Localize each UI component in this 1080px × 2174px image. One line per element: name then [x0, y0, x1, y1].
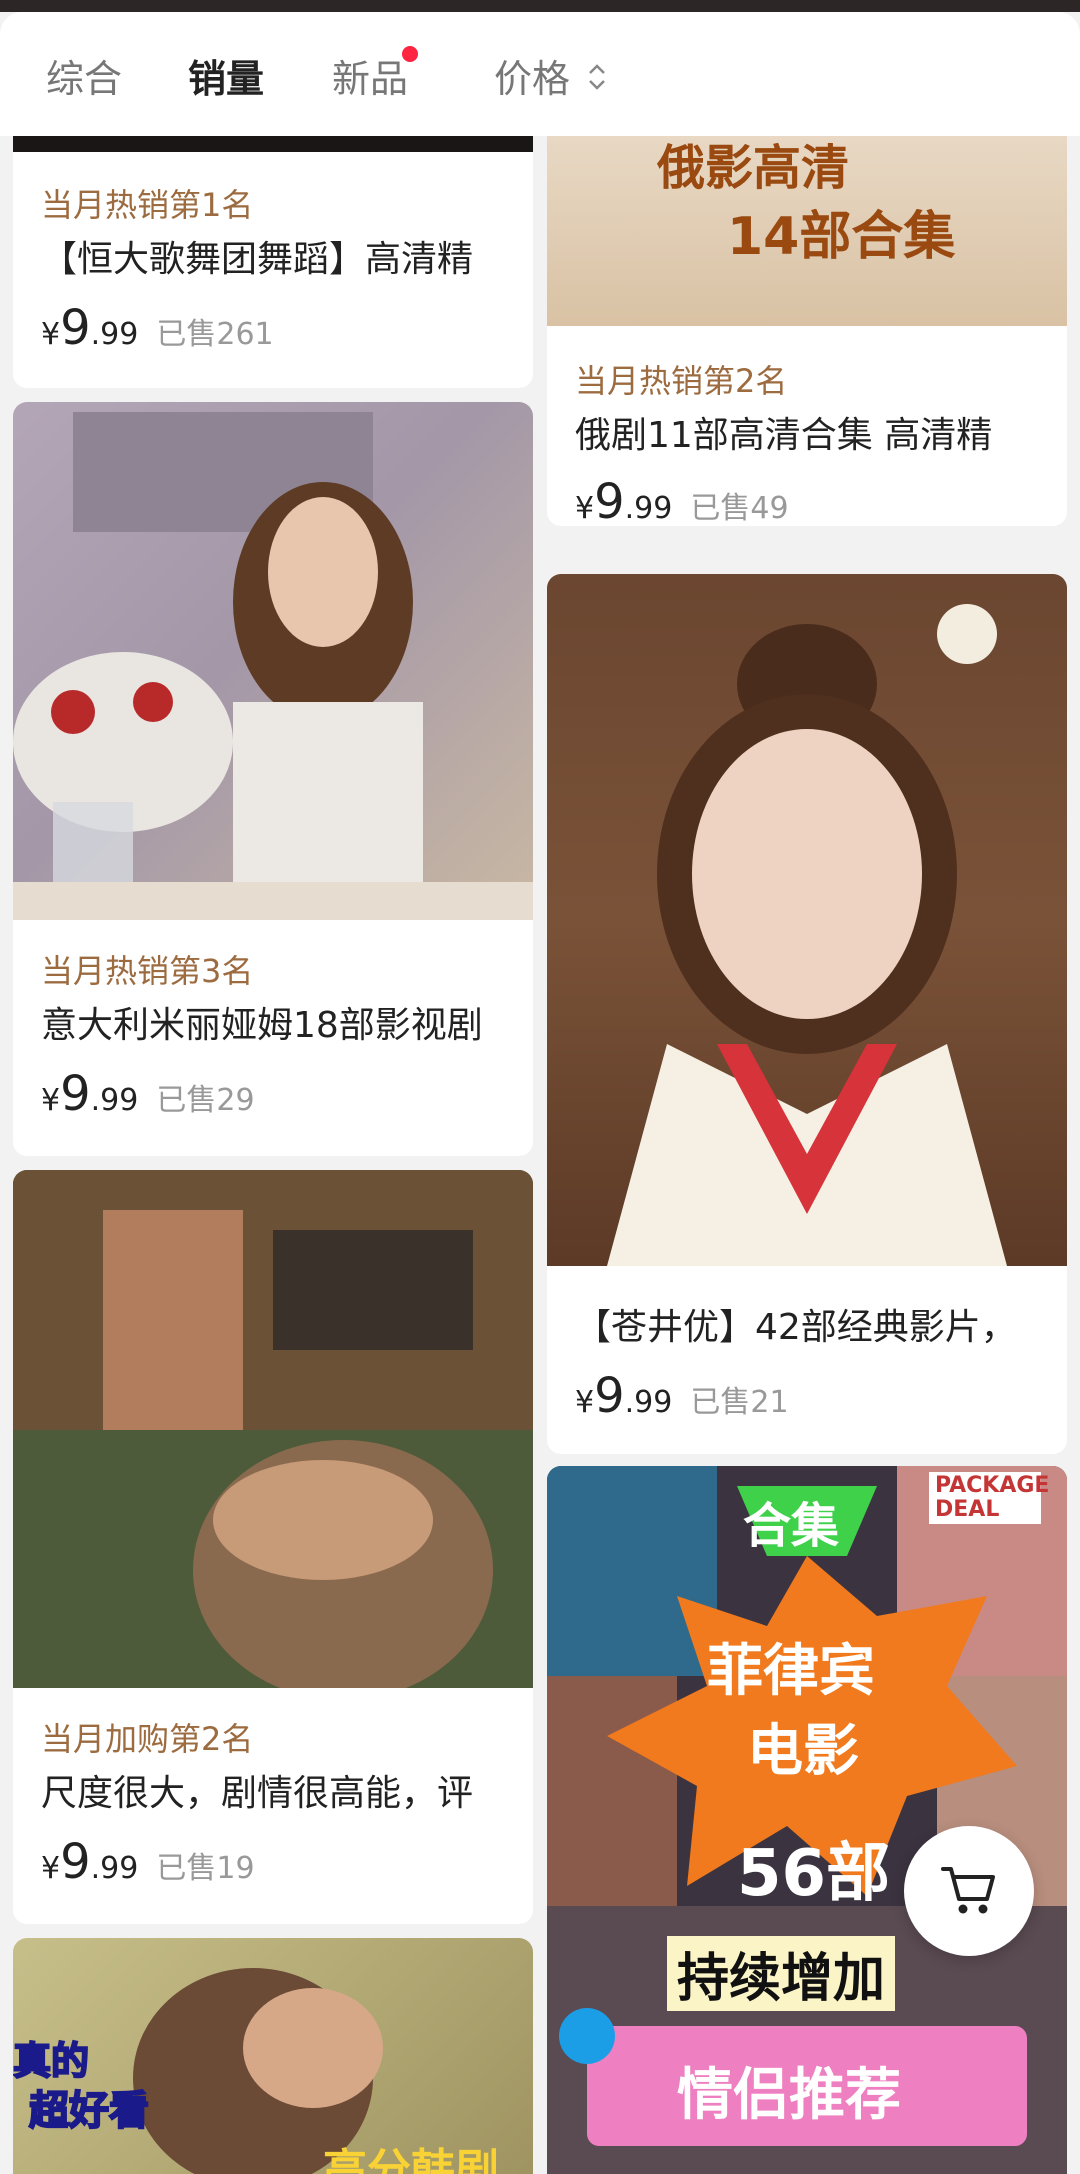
product-card[interactable]: 真的 超好看 高分韩剧	[13, 1938, 533, 2174]
tab-price[interactable]: 价格	[494, 48, 608, 104]
product-card[interactable]: 合集 菲律宾 电影 56部 持续增加 情侣推荐 PACKAGE DEAL	[547, 1466, 1067, 2174]
sold-count: 已售49	[690, 491, 789, 526]
price-decimal: .99	[90, 1851, 139, 1886]
price-decimal: .99	[624, 1385, 673, 1420]
price-integer: 9	[594, 474, 625, 526]
image-caption: 俄影高清	[657, 140, 850, 196]
product-title: 【苍井优】42部经典影片，	[575, 1307, 1017, 1348]
photo-placeholder	[607, 604, 1007, 1266]
price-decimal: .99	[624, 491, 673, 526]
image-caption: 持续增加	[667, 1936, 896, 2011]
sold-count: 已售21	[690, 1385, 789, 1420]
rank-badge: 当月热销第3名	[41, 952, 254, 990]
currency-symbol: ¥	[41, 1083, 61, 1118]
sort-updown-icon	[586, 59, 608, 104]
product-image: 真的 超好看 高分韩剧	[13, 1938, 533, 2174]
product-card[interactable]: 当月加购第2名 尺度很大，剧情很高能，评 ¥9.99 已售19	[13, 1170, 533, 1924]
price-integer: 9	[60, 300, 91, 356]
product-card[interactable]: 【苍井优】42部经典影片， ¥9.99 已售21	[547, 574, 1067, 1454]
new-indicator-dot	[402, 46, 419, 62]
product-title: 俄剧11部高清合集 高清精	[575, 415, 993, 456]
status-bar-edge	[0, 0, 1080, 12]
price-row: ¥9.99 已售29	[41, 1066, 255, 1122]
currency-symbol: ¥	[575, 1385, 595, 1420]
rank-badge: 当月热销第2名	[575, 362, 788, 400]
image-caption: 56部	[737, 1837, 891, 1911]
product-image	[547, 574, 1067, 1266]
image-caption: 超好看	[28, 2087, 150, 2135]
tab-new[interactable]: 新品	[332, 46, 419, 103]
cart-icon	[939, 1861, 999, 1921]
price-row: ¥9.99 已售261	[41, 300, 274, 356]
product-title: 尺度很大，剧情很高能，评	[41, 1773, 474, 1814]
photo-placeholder	[13, 1170, 533, 1688]
product-image	[13, 402, 533, 920]
price-row: ¥9.99 已售19	[41, 1834, 255, 1890]
image-caption: 真的	[13, 2038, 90, 2084]
image-caption: 14部合集	[727, 207, 956, 267]
product-title: 意大利米丽娅姆18部影视剧	[41, 1005, 483, 1046]
tab-label: 新品	[332, 57, 409, 101]
price-row: ¥9.99 已售49	[575, 474, 789, 526]
product-card[interactable]: 当月热销第3名 意大利米丽娅姆18部影视剧 ¥9.99 已售29	[13, 402, 533, 1156]
sort-tab-bar: 综合 销量 新品 价格	[0, 12, 1080, 136]
currency-symbol: ¥	[575, 491, 595, 526]
price-integer: 9	[594, 1368, 625, 1424]
price-integer: 9	[60, 1066, 91, 1122]
photo-placeholder	[13, 412, 533, 920]
cart-button[interactable]	[904, 1826, 1034, 1956]
product-image	[13, 136, 533, 152]
tab-label: 价格	[494, 57, 571, 101]
rank-badge: 当月热销第1名	[41, 186, 254, 224]
image-caption: 合集	[743, 1498, 840, 1554]
price-decimal: .99	[90, 317, 139, 352]
rank-badge: 当月加购第2名	[41, 1720, 254, 1758]
product-image: 俄影高清 14部合集	[547, 136, 1067, 326]
product-card[interactable]: 当月热销第1名 【恒大歌舞团舞蹈】高清精 ¥9.99 已售261	[13, 136, 533, 388]
tab-sales[interactable]: 销量	[188, 48, 264, 103]
sold-count: 已售29	[156, 1083, 255, 1118]
image-caption: 情侣推荐	[677, 2063, 901, 2128]
image-caption: 电影	[747, 1719, 859, 1784]
product-image: 合集 菲律宾 电影 56部 持续增加 情侣推荐 PACKAGE DEAL	[547, 1466, 1067, 2174]
sold-count: 已售261	[156, 317, 274, 352]
image-caption: 高分韩剧	[323, 2145, 499, 2174]
image-caption: 菲律宾	[707, 1639, 875, 1704]
sold-count: 已售19	[156, 1851, 255, 1886]
price-integer: 9	[60, 1834, 91, 1890]
price-row: ¥9.99 已售21	[575, 1368, 789, 1424]
product-card[interactable]: 俄影高清 14部合集 当月热销第2名 俄剧11部高清合集 高清精 ¥9.99 已售…	[547, 136, 1067, 526]
currency-symbol: ¥	[41, 317, 61, 352]
image-caption: PACKAGE DEAL	[929, 1472, 1049, 1524]
product-image	[13, 1170, 533, 1688]
product-title: 【恒大歌舞团舞蹈】高清精	[41, 239, 474, 280]
price-decimal: .99	[90, 1083, 139, 1118]
tab-label: 综合	[46, 57, 123, 101]
tab-label: 销量	[188, 57, 265, 101]
currency-symbol: ¥	[41, 1851, 61, 1886]
tab-comprehensive[interactable]: 综合	[46, 48, 122, 103]
